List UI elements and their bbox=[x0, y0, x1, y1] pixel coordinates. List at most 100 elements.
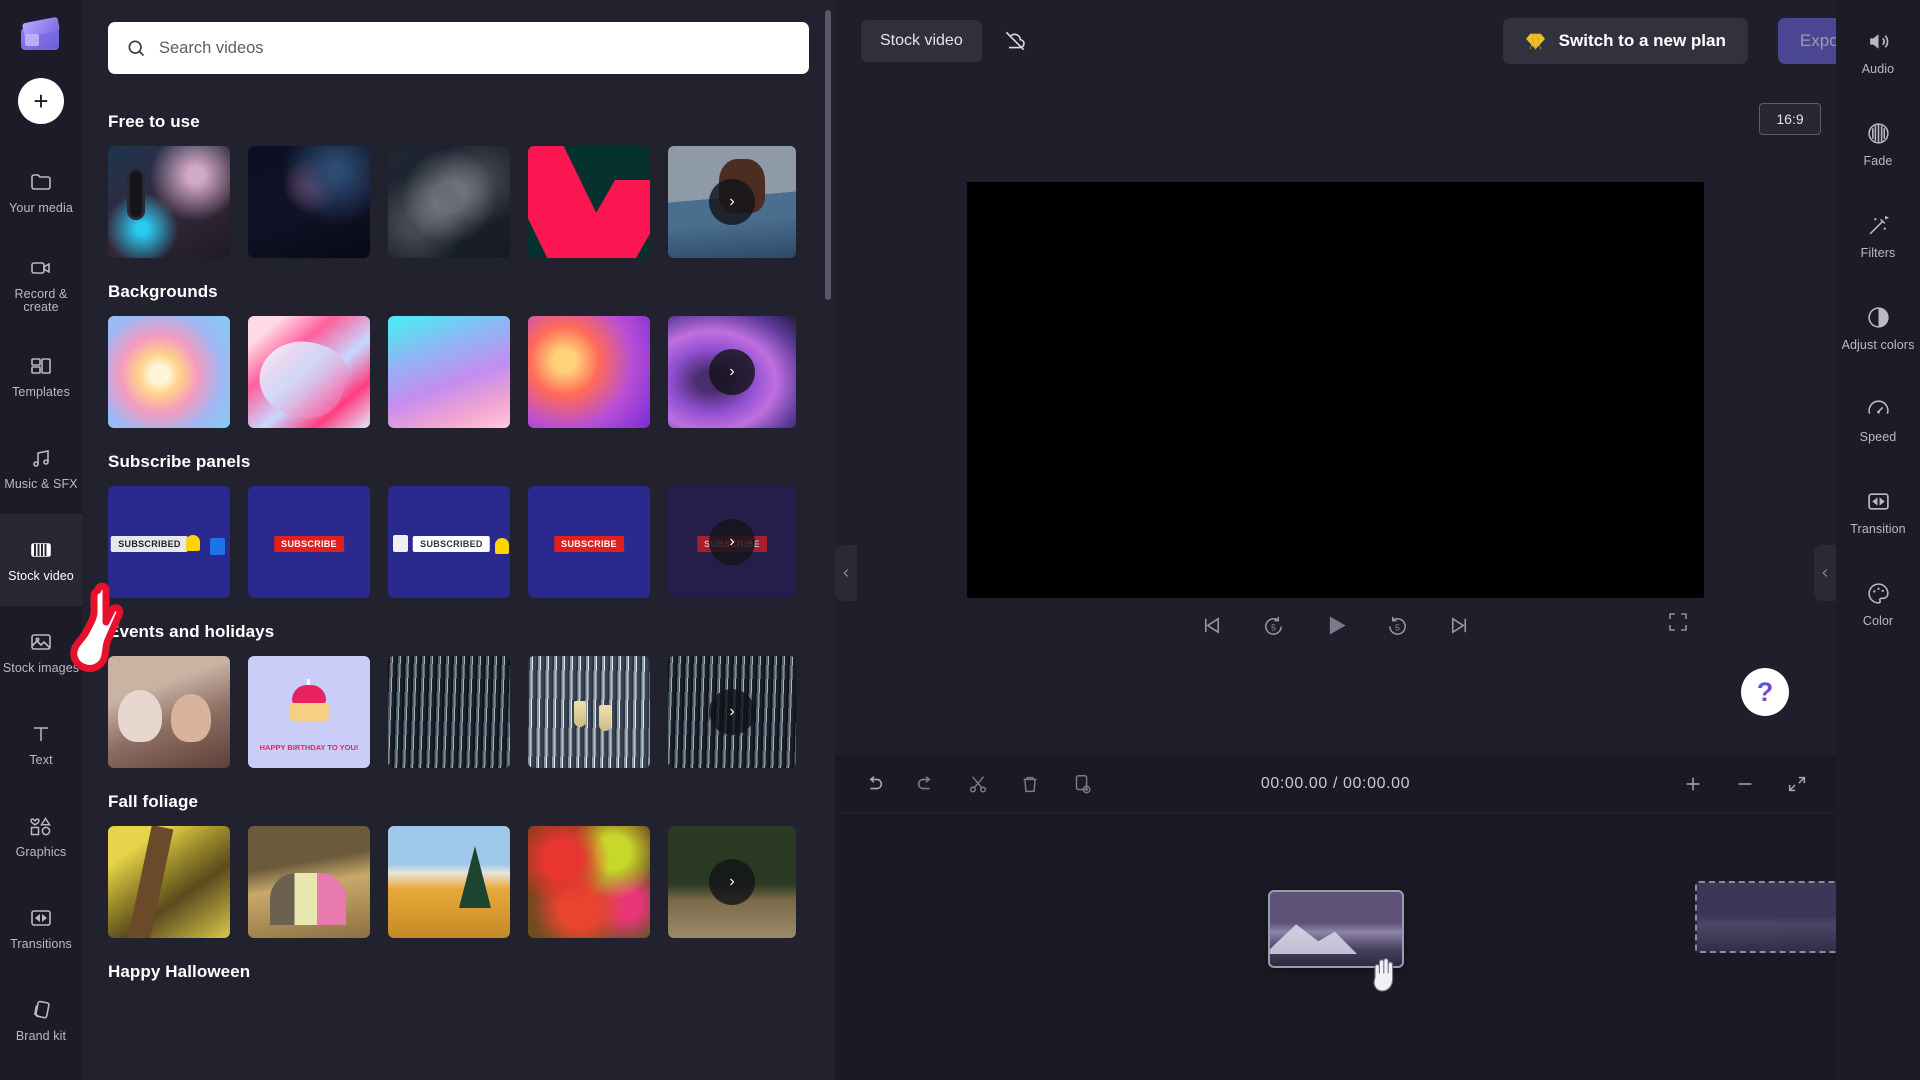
tool-filters[interactable]: Filters bbox=[1836, 190, 1920, 282]
thumbs-up-icon bbox=[210, 537, 226, 555]
birthday-caption: HAPPY BIRTHDAY TO YOU! bbox=[259, 743, 359, 752]
contrast-circle-icon bbox=[1865, 305, 1891, 331]
tab-stock-video[interactable]: Stock video bbox=[861, 20, 982, 62]
tab-label: Stock video bbox=[880, 32, 963, 49]
thumb-pink-ribbon[interactable] bbox=[248, 316, 370, 428]
tool-audio[interactable]: Audio bbox=[1836, 6, 1920, 98]
search-input[interactable] bbox=[159, 38, 791, 58]
sidebar-item-graphics[interactable]: Graphics bbox=[0, 790, 82, 882]
badge-label: SUBSCRIBE bbox=[274, 536, 344, 553]
undo-icon[interactable] bbox=[861, 771, 887, 797]
thumb-pink-arrow[interactable] bbox=[528, 146, 650, 258]
thumb-family-autumn-woods[interactable] bbox=[248, 826, 370, 938]
fit-to-screen-icon[interactable] bbox=[1784, 771, 1810, 797]
thumb-pastel-swirl[interactable] bbox=[108, 316, 230, 428]
tool-speed[interactable]: Speed bbox=[1836, 374, 1920, 466]
sidebar-item-your-media[interactable]: Your media bbox=[0, 146, 82, 238]
trash-icon[interactable] bbox=[1017, 771, 1043, 797]
champagne-glass-icon bbox=[574, 700, 587, 727]
next-arrow-icon[interactable]: › bbox=[709, 859, 755, 905]
thumb-podcast-microphone[interactable] bbox=[108, 146, 230, 258]
thumb-swimmer[interactable]: › bbox=[668, 146, 796, 258]
thumb-cyan-purple-gradient[interactable] bbox=[388, 316, 510, 428]
brand-kit-icon bbox=[28, 997, 54, 1023]
sidebar-label: Transitions bbox=[10, 937, 72, 951]
top-bar: Stock video Switch to a new plan Export bbox=[835, 0, 1920, 82]
sidebar-item-templates[interactable]: Templates bbox=[0, 330, 82, 422]
forward-5-icon[interactable]: 5 bbox=[1383, 610, 1413, 640]
thumb-champagne-toast[interactable] bbox=[528, 656, 650, 768]
sidebar-item-music-sfx[interactable]: Music & SFX bbox=[0, 422, 82, 514]
tool-transition[interactable]: Transition bbox=[1836, 466, 1920, 558]
preview-area bbox=[835, 140, 1836, 640]
sidebar-item-record-create[interactable]: Record & create bbox=[0, 238, 82, 330]
sidebar-label: Brand kit bbox=[15, 1029, 67, 1043]
sidebar-item-text[interactable]: Text bbox=[0, 698, 82, 790]
help-button[interactable]: ? bbox=[1741, 668, 1789, 716]
text-t-icon bbox=[28, 721, 54, 747]
next-arrow-icon[interactable]: › bbox=[709, 179, 755, 225]
sidebar-item-transitions[interactable]: Transitions bbox=[0, 882, 82, 974]
chevron-right-label: › bbox=[729, 703, 735, 720]
sidebar-label: Your media bbox=[9, 201, 73, 215]
palette-icon bbox=[1865, 581, 1891, 607]
add-media-button[interactable]: + bbox=[18, 78, 64, 124]
search-box[interactable] bbox=[108, 22, 809, 74]
play-icon[interactable] bbox=[1321, 610, 1351, 640]
tool-label: Color bbox=[1862, 613, 1894, 628]
speedometer-icon bbox=[1865, 397, 1891, 423]
minus-icon[interactable] bbox=[1732, 771, 1758, 797]
switch-plan-label: Switch to a new plan bbox=[1558, 31, 1726, 50]
chevron-right-label: › bbox=[729, 873, 735, 890]
thumb-subscribe-dark[interactable]: SUBSCRIBE › bbox=[668, 486, 796, 598]
redo-icon[interactable] bbox=[913, 771, 939, 797]
thumb-subscribed-hand[interactable]: SUBSCRIBED bbox=[388, 486, 510, 598]
aspect-ratio-button[interactable]: 16:9 bbox=[1759, 103, 1821, 135]
thumb-red-yellow-maple[interactable] bbox=[528, 826, 650, 938]
sidebar-item-brand-kit[interactable]: Brand kit bbox=[0, 974, 82, 1066]
library-scroll-area[interactable]: Free to use › Backgrounds › Subscribe pa… bbox=[82, 88, 835, 1080]
next-arrow-icon[interactable]: › bbox=[709, 519, 755, 565]
thumb-dark-bokeh[interactable] bbox=[248, 146, 370, 258]
thumb-orange-purple-gradient[interactable] bbox=[528, 316, 650, 428]
switch-plan-button[interactable]: Switch to a new plan bbox=[1502, 18, 1748, 64]
tool-fade[interactable]: Fade bbox=[1836, 98, 1920, 190]
fullscreen-icon[interactable] bbox=[1666, 610, 1692, 636]
panel-scrollbar[interactable] bbox=[825, 10, 831, 300]
duplicate-icon[interactable] bbox=[1069, 771, 1095, 797]
thumb-subscribe-glitch[interactable]: SUBSCRIBE bbox=[248, 486, 370, 598]
scissors-icon[interactable] bbox=[965, 771, 991, 797]
thumb-happy-birthday-cupcake[interactable]: HAPPY BIRTHDAY TO YOU! bbox=[248, 656, 370, 768]
cloud-off-icon[interactable] bbox=[998, 24, 1032, 58]
search-section bbox=[82, 0, 835, 74]
thumb-violet-wave[interactable]: › bbox=[668, 316, 796, 428]
thumb-forest-leaf-ground[interactable]: › bbox=[668, 826, 796, 938]
folder-icon bbox=[28, 169, 54, 195]
section-backgrounds: Backgrounds › bbox=[108, 282, 809, 428]
collapse-left-panel-button[interactable] bbox=[835, 545, 857, 601]
next-arrow-icon[interactable]: › bbox=[709, 689, 755, 735]
clipchamp-editor: + Your media Record & create Templates M… bbox=[0, 0, 1920, 1080]
thumb-yellow-leaves-branch[interactable] bbox=[108, 826, 230, 938]
thumb-dark-tinsel[interactable]: › bbox=[668, 656, 796, 768]
thumb-silver-tinsel[interactable] bbox=[388, 656, 510, 768]
bell-icon bbox=[495, 537, 510, 554]
collapse-right-panel-button[interactable] bbox=[1814, 545, 1836, 601]
skip-to-end-icon[interactable] bbox=[1445, 610, 1475, 640]
section-title: Free to use bbox=[108, 112, 200, 131]
thumb-grunge-texture[interactable] bbox=[388, 146, 510, 258]
tool-label: Adjust colors bbox=[1841, 337, 1915, 352]
rewind-5-icon[interactable]: 5 bbox=[1259, 610, 1289, 640]
tool-adjust-colors[interactable]: Adjust colors bbox=[1836, 282, 1920, 374]
badge-label: SUBSCRIBED bbox=[111, 536, 188, 553]
section-fall-foliage: Fall foliage › bbox=[108, 792, 809, 938]
plus-icon[interactable] bbox=[1680, 771, 1706, 797]
section-events-and-holidays: Events and holidays HAPPY BIRTHDAY TO YO… bbox=[108, 622, 809, 768]
sidebar-label: Music & SFX bbox=[4, 477, 78, 491]
next-arrow-icon[interactable]: › bbox=[709, 349, 755, 395]
tool-color[interactable]: Color bbox=[1836, 558, 1920, 650]
thumb-subscribe-button[interactable]: SUBSCRIBE bbox=[528, 486, 650, 598]
skip-to-start-icon[interactable] bbox=[1197, 610, 1227, 640]
video-preview-canvas[interactable] bbox=[967, 182, 1704, 598]
thumb-autumn-mountain-pine[interactable] bbox=[388, 826, 510, 938]
